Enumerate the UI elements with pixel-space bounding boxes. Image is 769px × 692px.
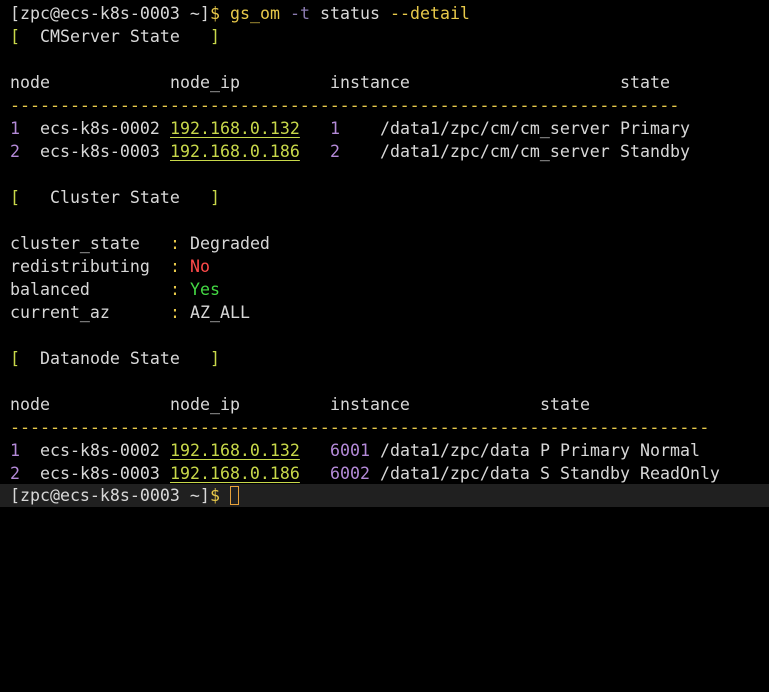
datanode-row: 1 ecs-k8s-0002 192.168.0.132 6001 /data1… xyxy=(10,439,700,462)
cluster-sep: : xyxy=(170,234,180,253)
prompt-text: [zpc@ecs-k8s-0003 ~] xyxy=(10,4,210,23)
col-node: node xyxy=(10,395,50,414)
row-state: Normal xyxy=(640,441,700,460)
cluster-item: redistributing : No xyxy=(10,255,210,278)
datanode-separator: ----------------------------------------… xyxy=(10,418,710,437)
cluster-header: [ Cluster State ] xyxy=(10,186,220,209)
cmserver-row: 1 ecs-k8s-0002 192.168.0.132 1 /data1/zp… xyxy=(10,117,690,140)
col-state: state xyxy=(540,395,590,414)
cluster-item: cluster_state : Degraded xyxy=(10,232,270,255)
row-index: 1 xyxy=(10,441,20,460)
row-instance-path: /data1/zpc/cm/cm_server xyxy=(380,142,610,161)
cluster-title: Cluster State xyxy=(50,188,180,207)
col-instance: instance xyxy=(330,395,410,414)
command-flag: -t xyxy=(290,4,310,23)
row-node: ecs-k8s-0003 xyxy=(40,464,160,483)
prompt-text: [zpc@ecs-k8s-0003 ~] xyxy=(10,486,210,505)
command-line: [zpc@ecs-k8s-0003 ~] $ gs_om -t status -… xyxy=(10,2,470,25)
row-instance-path: /data1/zpc/data xyxy=(380,464,530,483)
prompt-dollar: $ xyxy=(210,486,220,505)
row-state: Standby xyxy=(620,142,690,161)
row-index: 1 xyxy=(10,119,20,138)
row-instance-id: 6002 xyxy=(330,464,370,483)
cluster-bracket-open: [ xyxy=(10,188,20,207)
cluster-sep: : xyxy=(170,280,180,299)
cmserver-row: 2 ecs-k8s-0003 192.168.0.186 2 /data1/zp… xyxy=(10,140,690,163)
row-node: ecs-k8s-0002 xyxy=(40,119,160,138)
cmserver-column-header: node node_ip instance state xyxy=(10,71,670,94)
command-option: --detail xyxy=(390,4,470,23)
row-role-flag: S xyxy=(540,464,550,483)
block-cursor-icon[interactable] xyxy=(230,486,239,505)
col-node-ip: node_ip xyxy=(170,395,240,414)
cluster-sep: : xyxy=(170,303,180,322)
active-prompt-line[interactable]: [zpc@ecs-k8s-0003 ~] $ xyxy=(10,484,239,507)
row-role: Primary xyxy=(560,441,630,460)
row-role: Standby xyxy=(560,464,630,483)
row-ip: 192.168.0.186 xyxy=(170,142,300,161)
row-ip: 192.168.0.132 xyxy=(170,119,300,138)
row-instance-path: /data1/zpc/cm/cm_server xyxy=(380,119,610,138)
cluster-key: cluster_state xyxy=(10,234,140,253)
row-instance-path: /data1/zpc/data xyxy=(380,441,530,460)
cmserver-separator: ----------------------------------------… xyxy=(10,96,680,115)
row-instance-id: 1 xyxy=(330,119,340,138)
cluster-sep: : xyxy=(170,257,180,276)
row-role-flag: P xyxy=(540,441,550,460)
row-instance-id: 2 xyxy=(330,142,340,161)
command-program: gs_om xyxy=(230,4,280,23)
row-node: ecs-k8s-0003 xyxy=(40,142,160,161)
datanode-header: [ Datanode State ] xyxy=(10,347,220,370)
datanode-bracket-close: ] xyxy=(210,349,220,368)
row-ip: 192.168.0.186 xyxy=(170,464,300,483)
col-state: state xyxy=(620,73,670,92)
col-instance: instance xyxy=(330,73,410,92)
row-ip: 192.168.0.132 xyxy=(170,441,300,460)
datanode-title: Datanode State xyxy=(40,349,180,368)
cmserver-bracket-close: ] xyxy=(210,27,220,46)
cluster-value: Yes xyxy=(190,280,220,299)
cluster-bracket-close: ] xyxy=(210,188,220,207)
col-node-ip: node_ip xyxy=(170,73,240,92)
cluster-key: current_az xyxy=(10,303,110,322)
datanode-bracket-open: [ xyxy=(10,349,20,368)
cluster-item: balanced : Yes xyxy=(10,278,220,301)
prompt-dollar: $ xyxy=(210,4,220,23)
cluster-value: AZ_ALL xyxy=(190,303,250,322)
row-instance-id: 6001 xyxy=(330,441,370,460)
cmserver-header: [ CMServer State ] xyxy=(10,25,220,48)
col-node: node xyxy=(10,73,50,92)
cluster-value: Degraded xyxy=(190,234,270,253)
row-index: 2 xyxy=(10,142,20,161)
cluster-item: current_az : AZ_ALL xyxy=(10,301,250,324)
datanode-column-header: node node_ip instance state xyxy=(10,393,590,416)
cluster-key: redistributing xyxy=(10,257,150,276)
cmserver-bracket-open: [ xyxy=(10,27,20,46)
cmserver-title: CMServer State xyxy=(40,27,180,46)
row-index: 2 xyxy=(10,464,20,483)
row-state: Primary xyxy=(620,119,690,138)
cluster-value: No xyxy=(190,257,210,276)
cluster-key: balanced xyxy=(10,280,90,299)
row-state: ReadOnly xyxy=(640,464,720,483)
row-node: ecs-k8s-0002 xyxy=(40,441,160,460)
command-arg: status xyxy=(320,4,380,23)
datanode-row: 2 ecs-k8s-0003 192.168.0.186 6002 /data1… xyxy=(10,462,720,485)
terminal-window[interactable]: [zpc@ecs-k8s-0003 ~] $ gs_om -t status -… xyxy=(0,0,769,507)
